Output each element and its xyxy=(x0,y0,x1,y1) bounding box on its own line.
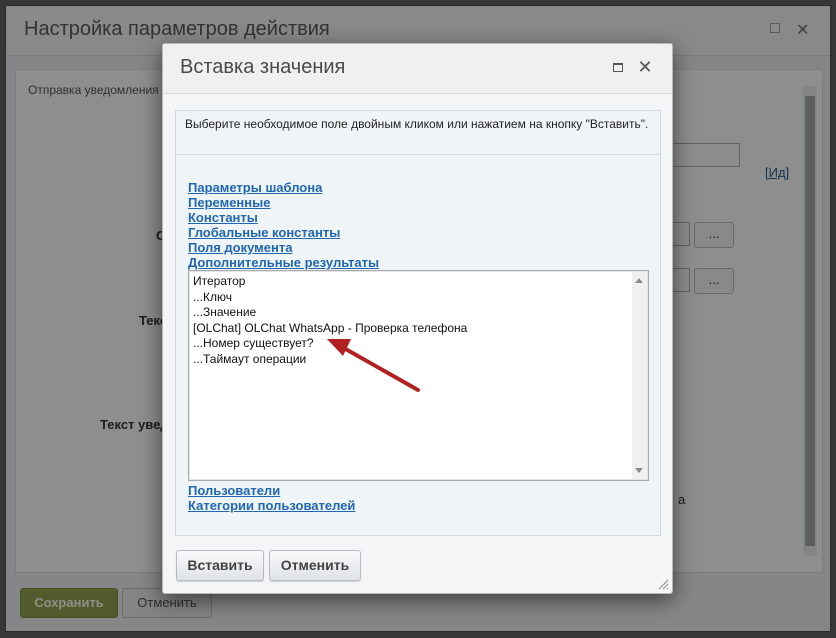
link-document-fields[interactable]: Поля документа xyxy=(188,240,379,255)
insert-button[interactable]: Вставить xyxy=(176,550,264,581)
list-item-value[interactable]: ...Значение xyxy=(193,305,467,321)
close-icon[interactable]: ✕ xyxy=(637,57,653,77)
list-item-key[interactable]: ...Ключ xyxy=(193,290,467,306)
dialog-hint: Выберите необходимое поле двойным кликом… xyxy=(176,111,660,155)
link-user-categories[interactable]: Категории пользователей xyxy=(188,498,355,513)
values-listbox[interactable]: Итератор ...Ключ ...Значение [OLChat] OL… xyxy=(188,270,649,481)
scroll-down-icon[interactable] xyxy=(635,468,643,473)
link-template-params[interactable]: Параметры шаблона xyxy=(188,180,379,195)
list-item-iterator[interactable]: Итератор xyxy=(193,274,467,290)
dialog-title: Вставка значения xyxy=(180,56,346,78)
dialog-header: Вставка значения ✕ xyxy=(163,44,672,94)
field-group-links: Параметры шаблона Переменные Константы Г… xyxy=(188,180,379,270)
listbox-scrollbar[interactable] xyxy=(632,272,647,479)
list-item-olchat-check[interactable]: [OLChat] OLChat WhatsApp - Проверка теле… xyxy=(193,321,467,337)
scroll-up-icon[interactable] xyxy=(635,278,643,283)
link-variables[interactable]: Переменные xyxy=(188,195,379,210)
insert-value-dialog: Вставка значения ✕ Выберите необходимое … xyxy=(162,43,673,594)
list-item-timeout[interactable]: ...Таймаут операции xyxy=(193,352,467,368)
resize-handle-icon[interactable] xyxy=(658,579,669,590)
link-additional-results[interactable]: Дополнительные результаты xyxy=(188,255,379,270)
link-constants[interactable]: Константы xyxy=(188,210,379,225)
maximize-icon[interactable] xyxy=(612,62,624,74)
link-users[interactable]: Пользователи xyxy=(188,483,355,498)
link-global-constants[interactable]: Глобальные константы xyxy=(188,225,379,240)
dialog-body: Выберите необходимое поле двойным кликом… xyxy=(175,110,661,536)
user-links: Пользователи Категории пользователей xyxy=(188,483,355,513)
list-item-number-exists[interactable]: ...Номер существует? xyxy=(193,336,467,352)
cancel-button[interactable]: Отменить xyxy=(269,550,361,581)
